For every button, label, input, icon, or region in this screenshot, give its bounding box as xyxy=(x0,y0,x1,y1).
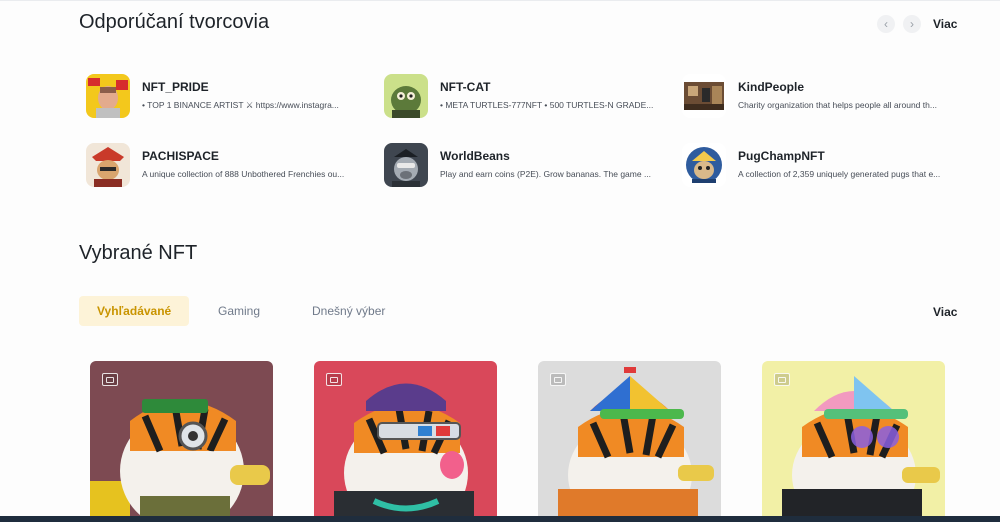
chevron-right-icon[interactable]: › xyxy=(903,15,921,33)
tab-gaming[interactable]: Gaming xyxy=(200,296,278,326)
nft-card[interactable] xyxy=(90,361,273,522)
nft-card[interactable] xyxy=(762,361,945,522)
creator-name[interactable]: KindPeople xyxy=(738,80,804,94)
top-divider xyxy=(0,0,1000,1)
creator-item[interactable]: PACHISPACE A unique collection of 888 Un… xyxy=(86,143,366,189)
creator-item[interactable]: KindPeople Charity organization that hel… xyxy=(682,74,962,120)
creator-name[interactable]: NFT_PRIDE xyxy=(142,80,209,94)
page: Odporúčaní tvorcovia ‹ › Viac NFT_PRIDE … xyxy=(0,0,1000,522)
creator-avatar[interactable] xyxy=(86,74,130,118)
nft-more-link[interactable]: Viac xyxy=(933,305,957,319)
tab-searched[interactable]: Vyhľadávané xyxy=(79,296,190,326)
image-icon xyxy=(550,373,566,386)
tab-todays-pick[interactable]: Dnešný výber xyxy=(294,296,403,326)
image-icon xyxy=(774,373,790,386)
creator-avatar[interactable] xyxy=(682,143,726,187)
bottom-bar xyxy=(0,516,1000,522)
creator-item[interactable]: WorldBeans Play and earn coins (P2E). Gr… xyxy=(384,143,664,189)
creator-name[interactable]: PugChampNFT xyxy=(738,149,825,163)
creator-description: A unique collection of 888 Unbothered Fr… xyxy=(142,169,345,179)
nft-card[interactable] xyxy=(538,361,721,522)
creator-description: • META TURTLES-777NFT • 500 TURTLES-N GR… xyxy=(440,100,654,110)
section-title-nft: Vybrané NFT xyxy=(79,242,198,264)
nft-card[interactable] xyxy=(314,361,497,522)
image-icon xyxy=(326,373,342,386)
creator-description: Play and earn coins (P2E). Grow bananas.… xyxy=(440,169,652,179)
creator-avatar[interactable] xyxy=(384,143,428,187)
image-icon xyxy=(102,373,118,386)
creator-avatar[interactable] xyxy=(682,74,726,118)
creator-avatar[interactable] xyxy=(384,74,428,118)
creator-name[interactable]: PACHISPACE xyxy=(142,149,219,163)
section-title-creators: Odporúčaní tvorcovia xyxy=(79,11,270,33)
creator-name[interactable]: WorldBeans xyxy=(440,149,510,163)
creator-description: Charity organization that helps people a… xyxy=(738,100,937,110)
creators-more-link[interactable]: Viac xyxy=(933,17,957,31)
creator-item[interactable]: PugChampNFT A collection of 2,359 unique… xyxy=(682,143,962,189)
creator-name[interactable]: NFT-CAT xyxy=(440,80,490,94)
creator-avatar[interactable] xyxy=(86,143,130,187)
creator-item[interactable]: NFT-CAT • META TURTLES-777NFT • 500 TURT… xyxy=(384,74,664,120)
chevron-left-icon[interactable]: ‹ xyxy=(877,15,895,33)
creator-item[interactable]: NFT_PRIDE • TOP 1 BINANCE ARTIST ⚔ https… xyxy=(86,74,366,120)
creator-description: A collection of 2,359 uniquely generated… xyxy=(738,169,941,179)
creator-description: • TOP 1 BINANCE ARTIST ⚔ https://www.ins… xyxy=(142,100,339,110)
